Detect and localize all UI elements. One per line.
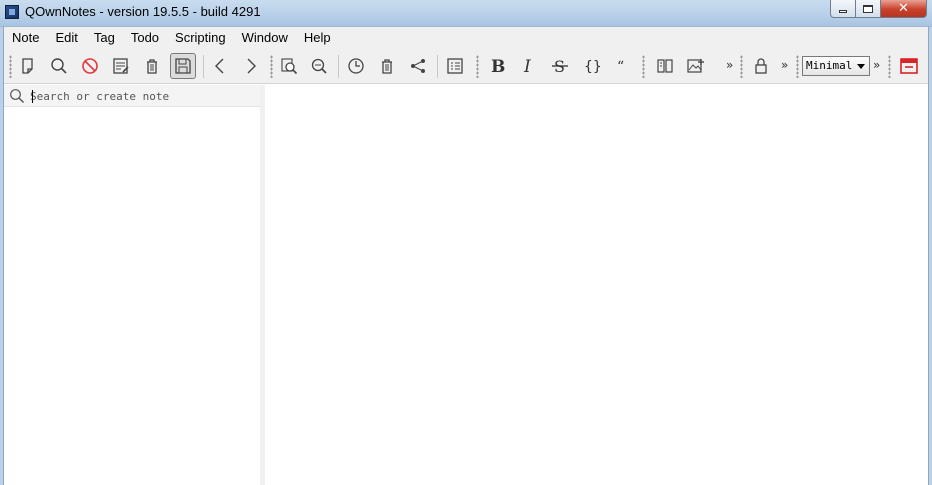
toolbar-separator — [338, 55, 339, 78]
search-bar — [4, 85, 260, 107]
app-icon — [5, 5, 19, 19]
menu-window[interactable]: Window — [234, 27, 296, 49]
menu-note[interactable]: Note — [4, 27, 47, 49]
toolbar-overflow-button[interactable]: » — [873, 58, 880, 72]
chevron-down-icon — [857, 64, 865, 69]
window-title: QOwnNotes - version 19.5.5 - build 4291 — [25, 4, 261, 19]
minimize-icon — [839, 9, 847, 13]
search-icon — [10, 89, 24, 103]
menu-tag[interactable]: Tag — [86, 27, 123, 49]
toolbar-grip[interactable] — [888, 55, 891, 78]
save-button[interactable] — [170, 53, 196, 79]
table-of-contents-button[interactable] — [442, 53, 468, 79]
search-notes-button[interactable] — [46, 53, 72, 79]
columns-icon — [657, 59, 673, 73]
toolbar-grip[interactable] — [270, 55, 273, 78]
close-button[interactable]: ✕ — [881, 0, 927, 18]
toolbar-grip[interactable] — [642, 55, 645, 78]
clock-icon — [348, 58, 364, 74]
forbidden-icon — [82, 58, 98, 74]
italic-icon: I — [523, 57, 531, 76]
svg-text:B: B — [491, 57, 505, 76]
text-cursor — [32, 90, 33, 103]
menu-help[interactable]: Help — [296, 27, 339, 49]
share-button[interactable] — [405, 53, 431, 79]
close-icon: ✕ — [898, 1, 909, 16]
chevron-left-icon — [215, 58, 224, 74]
save-icon — [175, 58, 191, 74]
trash-icon — [147, 59, 157, 74]
note-list-pane — [4, 85, 260, 485]
bold-icon: B — [491, 57, 505, 76]
note-list[interactable] — [4, 111, 260, 485]
find-button[interactable] — [306, 53, 332, 79]
svg-text:{}: {} — [584, 59, 601, 75]
new-note-icon — [22, 58, 33, 74]
lock-icon — [755, 58, 767, 74]
trash-button[interactable] — [374, 53, 400, 79]
code-block-button[interactable]: {} — [578, 53, 604, 79]
back-button[interactable] — [207, 53, 233, 79]
menu-bar: Note Edit Tag Todo Scripting Window Help — [4, 27, 928, 49]
toolbar-grip[interactable] — [476, 55, 479, 78]
list-icon — [447, 58, 463, 74]
remove-note-button[interactable] — [77, 53, 103, 79]
search-icon — [51, 58, 67, 74]
window-frame-right — [928, 27, 932, 485]
maximize-icon — [863, 4, 873, 13]
distraction-free-button[interactable] — [897, 54, 921, 78]
menu-scripting[interactable]: Scripting — [167, 27, 234, 49]
maximize-button[interactable] — [856, 0, 881, 18]
chevron-right-icon — [247, 58, 256, 74]
quote-icon: “ — [617, 59, 624, 75]
toolbar-overflow-button[interactable]: » — [781, 58, 788, 72]
workspace-mode-value: Minimal — [806, 59, 853, 72]
encrypt-note-button[interactable] — [748, 53, 774, 79]
toolbar-grip[interactable] — [740, 55, 743, 78]
bold-button[interactable]: B — [485, 53, 511, 79]
title-bar: QOwnNotes - version 19.5.5 - build 4291 … — [0, 0, 932, 27]
braces-icon: {} — [584, 59, 601, 75]
menu-todo[interactable]: Todo — [123, 27, 167, 49]
italic-button[interactable]: I — [516, 53, 542, 79]
note-editor[interactable] — [265, 85, 928, 485]
image-icon — [687, 59, 704, 73]
edit-note-button[interactable] — [108, 53, 134, 79]
workspace-mode-select[interactable]: Minimal — [802, 56, 870, 76]
find-in-note-icon — [281, 58, 298, 75]
insert-image-button[interactable] — [683, 53, 709, 79]
svg-text:I: I — [523, 57, 531, 76]
menu-edit[interactable]: Edit — [47, 27, 85, 49]
quote-button[interactable]: “ — [609, 53, 635, 79]
column-view-button[interactable] — [652, 53, 678, 79]
delete-note-button[interactable] — [139, 53, 165, 79]
main-toolbar: B I S {} “ » » Minimal » — [4, 49, 928, 84]
toolbar-separator — [203, 55, 204, 78]
toolbar-separator — [437, 55, 438, 78]
zoom-icon — [311, 58, 327, 74]
find-in-notes-button[interactable] — [276, 53, 302, 79]
toolbar-grip[interactable] — [796, 55, 799, 78]
minimize-button[interactable] — [830, 0, 856, 18]
toolbar-grip[interactable] — [9, 55, 12, 78]
new-note-button[interactable] — [15, 53, 41, 79]
history-button[interactable] — [343, 53, 369, 79]
forward-button[interactable] — [238, 53, 264, 79]
strikeout-button[interactable]: S — [547, 53, 573, 79]
search-input[interactable] — [30, 87, 256, 105]
distraction-free-icon — [900, 58, 918, 74]
svg-text:“: “ — [617, 59, 624, 75]
window-controls: ✕ — [830, 0, 927, 18]
trash-icon — [382, 59, 392, 74]
share-icon — [411, 59, 425, 73]
strikethrough-icon: S — [552, 57, 568, 76]
edit-note-icon — [113, 58, 129, 74]
toolbar-overflow-button[interactable]: » — [726, 58, 733, 72]
